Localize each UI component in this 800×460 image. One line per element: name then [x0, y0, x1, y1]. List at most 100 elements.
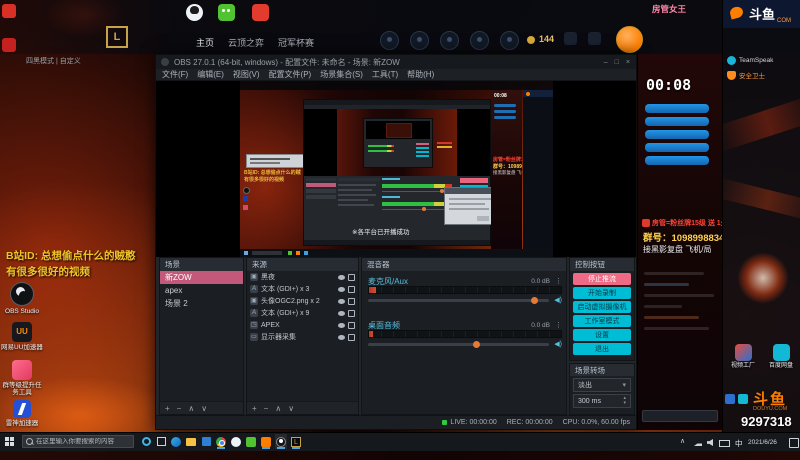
search-input[interactable] — [36, 438, 128, 445]
channel-menu-icon[interactable]: ⋮ — [555, 321, 562, 329]
maximize-icon[interactable]: □ — [615, 59, 619, 66]
tray-app-icon[interactable] — [738, 394, 748, 404]
lock-icon[interactable] — [348, 333, 355, 341]
scene-up-button[interactable]: ∧ — [188, 404, 194, 413]
desktop-icon-leishen[interactable]: 雷神加速器 — [0, 400, 44, 427]
lock-icon[interactable] — [348, 273, 355, 281]
sources-dock-header[interactable]: 来源 — [247, 258, 358, 271]
battery-icon[interactable] — [719, 440, 730, 447]
remove-source-button[interactable]: − — [264, 404, 269, 413]
scenes-dock-header[interactable]: 场景 — [160, 258, 243, 271]
spinner-arrows-icon[interactable]: ▴ ▾ — [623, 396, 626, 406]
rank-pill[interactable] — [645, 156, 709, 165]
source-down-button[interactable]: ∨ — [288, 404, 294, 413]
tab-clash[interactable]: 冠军杯赛 — [278, 36, 314, 49]
visibility-icon[interactable] — [338, 298, 345, 304]
tab-tft[interactable]: 云顶之弈 — [228, 36, 264, 49]
source-row[interactable]: ▭ 显示器采集 — [247, 331, 358, 343]
taskbar-icon-task-view[interactable] — [155, 434, 167, 449]
virtual-camera-button[interactable]: 启动虚拟摄像机 — [573, 301, 631, 313]
red-app-icon-2[interactable] — [2, 38, 16, 52]
rank-pill[interactable] — [645, 104, 709, 113]
menu-view[interactable]: 视图(V) — [233, 69, 260, 80]
rail-app-guard[interactable]: 安全卫士 — [727, 70, 765, 80]
transitions-dock-header[interactable]: 场景转场 — [570, 364, 634, 376]
transition-duration-spinner[interactable]: 300 ms ▴ ▾ — [573, 394, 631, 408]
minimize-icon[interactable]: – — [604, 59, 608, 66]
qq-icon[interactable] — [186, 4, 203, 21]
tab-home[interactable]: 主页 — [196, 36, 214, 49]
start-record-button[interactable]: 开始录制 — [573, 287, 631, 299]
visibility-icon[interactable] — [338, 310, 345, 316]
source-row[interactable]: ▣ 黑夜 — [247, 271, 358, 283]
add-scene-button[interactable]: + — [165, 404, 170, 413]
taskbar-icon-qq[interactable] — [230, 434, 242, 449]
rank-pill[interactable] — [645, 117, 709, 126]
tray-expand-icon[interactable]: ∧ — [680, 437, 685, 445]
taskbar-date[interactable]: 2021/6/26 — [748, 439, 777, 446]
client-nav-icon-4[interactable] — [470, 31, 489, 50]
menu-tools[interactable]: 工具(T) — [372, 69, 398, 80]
stop-stream-button[interactable]: 停止推流 — [573, 273, 631, 285]
settings-button[interactable]: 设置 — [573, 329, 631, 341]
network-icon[interactable] — [694, 440, 702, 446]
red-app-icon-3[interactable] — [252, 4, 269, 21]
speaker-icon[interactable]: ◀) — [554, 296, 562, 304]
desktop-icon-baidu-pan[interactable]: 百度网盘 — [763, 344, 799, 370]
lock-icon[interactable] — [348, 297, 355, 305]
bell-icon[interactable] — [588, 32, 601, 45]
add-source-button[interactable]: + — [252, 404, 257, 413]
taskbar-icon-cortana[interactable] — [140, 434, 152, 449]
scene-row[interactable]: 场景 2 — [160, 297, 243, 310]
action-center-icon[interactable] — [789, 438, 799, 448]
visibility-icon[interactable] — [338, 286, 345, 292]
taskbar-search[interactable] — [22, 435, 134, 448]
obs-preview-canvas[interactable]: B站ID: 总想偷点什么的贼憨 有很多很好的视频 ※各平台已开播成功 00:08… — [156, 81, 636, 257]
menu-scene-collection[interactable]: 场景集合(S) — [320, 69, 363, 80]
source-row[interactable]: A 文本 (GDI+) x 9 — [247, 307, 358, 319]
menu-help[interactable]: 帮助(H) — [407, 69, 434, 80]
source-row[interactable]: ◳ APEX — [247, 319, 358, 331]
visibility-icon[interactable] — [338, 274, 345, 280]
client-nav-icon-1[interactable] — [380, 31, 399, 50]
taskbar-icon-obs[interactable] — [275, 434, 287, 449]
desktop-icon-video-factory[interactable]: 视频工厂 — [725, 344, 761, 370]
source-row[interactable]: A 文本 (GDI+) x 3 — [247, 283, 358, 295]
mixer-dock-header[interactable]: 混音器 — [362, 258, 566, 271]
taskbar-icon-file-explorer[interactable] — [185, 434, 197, 449]
studio-mode-button[interactable]: 工作室模式 — [573, 315, 631, 327]
volume-slider[interactable] — [368, 296, 550, 304]
taskbar-icon-store[interactable] — [200, 434, 212, 449]
volume-icon[interactable] — [707, 439, 713, 446]
wechat-icon[interactable] — [218, 4, 235, 21]
lock-icon[interactable] — [348, 309, 355, 317]
chat-bubble-icon[interactable] — [564, 32, 577, 45]
volume-slider[interactable] — [368, 340, 550, 348]
taskbar-icon-chrome[interactable] — [215, 434, 227, 449]
scene-down-button[interactable]: ∨ — [201, 404, 207, 413]
menu-edit[interactable]: 编辑(E) — [197, 69, 224, 80]
desktop-icon-obs[interactable]: OBS Studio — [0, 282, 44, 315]
taskbar-icon-douyu[interactable] — [260, 434, 272, 449]
client-nav-icon-5[interactable] — [500, 31, 519, 50]
exit-button[interactable]: 退出 — [573, 343, 631, 355]
taskbar-icon-edge[interactable] — [170, 434, 182, 449]
tray-app-icon[interactable] — [725, 394, 735, 404]
taskbar-icon-lol[interactable]: L — [290, 434, 302, 449]
menu-profile[interactable]: 配置文件(P) — [269, 69, 312, 80]
rank-pill[interactable] — [645, 143, 709, 152]
desktop-icon-uu[interactable]: UU 网易UU加速器 — [0, 322, 44, 351]
transition-select[interactable]: 淡出 ▾ — [573, 378, 631, 392]
source-row[interactable]: ▣ 头像OGC2.png x 2 — [247, 295, 358, 307]
rank-pill[interactable] — [645, 130, 709, 139]
chat-input[interactable] — [642, 410, 718, 422]
menu-file[interactable]: 文件(F) — [162, 69, 188, 80]
client-nav-icon-2[interactable] — [410, 31, 429, 50]
obs-titlebar[interactable]: OBS 27.0.1 (64-bit, windows) - 配置文件: 未命名… — [156, 55, 636, 69]
rail-app-teamspeak[interactable]: TeamSpeak — [727, 56, 773, 65]
red-app-icon-1[interactable] — [2, 4, 16, 18]
remove-scene-button[interactable]: − — [177, 404, 182, 413]
lock-icon[interactable] — [348, 285, 355, 293]
start-button[interactable] — [5, 437, 15, 447]
channel-menu-icon[interactable]: ⋮ — [555, 277, 562, 285]
